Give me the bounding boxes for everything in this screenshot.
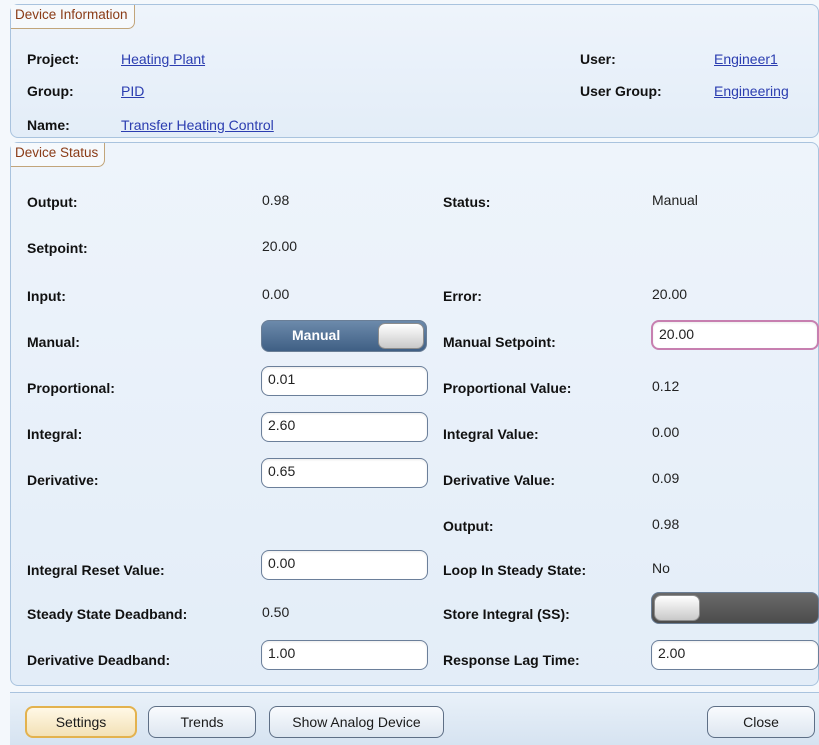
integral-value-label: Integral Value:: [443, 426, 539, 442]
setpoint-value: 20.00: [262, 238, 298, 254]
show-analog-device-button[interactable]: Show Analog Device: [269, 706, 444, 738]
response-lag-label: Response Lag Time:: [443, 652, 580, 668]
manual-label: Manual:: [27, 334, 80, 350]
integral-label: Integral:: [27, 426, 83, 442]
output-label: Output:: [27, 194, 78, 210]
integral-value-readout: 0.00: [652, 424, 680, 440]
steady-deadband-label: Steady State Deadband:: [27, 606, 188, 622]
manual-toggle-knob[interactable]: [378, 323, 424, 349]
device-status-tab[interactable]: Device Status: [11, 143, 106, 167]
loop-steady-label: Loop In Steady State:: [443, 562, 587, 578]
group-link[interactable]: PID: [121, 83, 144, 99]
user-group-label: User Group:: [580, 83, 662, 99]
project-label: Project:: [27, 51, 80, 67]
output-value: 0.98: [262, 192, 290, 208]
response-lag-input[interactable]: 2.00: [651, 640, 819, 670]
proportional-input[interactable]: 0.01: [261, 366, 428, 396]
store-integral-toggle[interactable]: [651, 592, 819, 624]
close-button[interactable]: Close: [707, 706, 815, 738]
integral-reset-input[interactable]: 0.00: [261, 550, 428, 580]
error-label: Error:: [443, 288, 482, 304]
device-dialog: { "device_info": { "tab_label": "Device …: [0, 0, 819, 745]
output2-label: Output:: [443, 518, 494, 534]
user-label: User:: [580, 51, 616, 67]
output2-value: 0.98: [652, 516, 680, 532]
derivative-label: Derivative:: [27, 472, 99, 488]
derivative-value-readout: 0.09: [652, 470, 680, 486]
input-value: 0.00: [262, 286, 290, 302]
proportional-value-readout: 0.12: [652, 378, 680, 394]
proportional-label: Proportional:: [27, 380, 115, 396]
manual-setpoint-input[interactable]: 20.00: [651, 320, 819, 350]
name-link[interactable]: Transfer Heating Control: [121, 117, 274, 133]
derivative-deadband-label: Derivative Deadband:: [27, 652, 171, 668]
loop-steady-value: No: [652, 560, 670, 576]
integral-input[interactable]: 2.60: [261, 412, 428, 442]
device-information-panel: Device Information Project: Heating Plan…: [10, 4, 819, 138]
trends-button[interactable]: Trends: [148, 706, 256, 738]
store-integral-knob[interactable]: [654, 595, 700, 621]
proportional-value-label: Proportional Value:: [443, 380, 572, 396]
user-link[interactable]: Engineer1: [714, 51, 778, 67]
status-label: Status:: [443, 194, 491, 210]
input-label: Input:: [27, 288, 66, 304]
project-link[interactable]: Heating Plant: [121, 51, 205, 67]
derivative-deadband-input[interactable]: 1.00: [261, 640, 428, 670]
steady-deadband-value: 0.50: [262, 604, 290, 620]
derivative-input[interactable]: 0.65: [261, 458, 428, 488]
user-group-link[interactable]: Engineering: [714, 83, 789, 99]
status-value: Manual: [652, 192, 698, 208]
error-value: 20.00: [652, 286, 688, 302]
setpoint-label: Setpoint:: [27, 240, 88, 256]
name-label: Name:: [27, 117, 70, 133]
manual-toggle-text: Manual: [292, 327, 341, 343]
integral-reset-label: Integral Reset Value:: [27, 562, 165, 578]
derivative-value-label: Derivative Value:: [443, 472, 556, 488]
group-label: Group:: [27, 83, 74, 99]
manual-setpoint-label: Manual Setpoint:: [443, 334, 556, 350]
device-information-tab[interactable]: Device Information: [11, 5, 135, 29]
settings-button[interactable]: Settings: [25, 706, 137, 738]
store-integral-label: Store Integral (SS):: [443, 606, 570, 622]
manual-toggle[interactable]: Manual: [261, 320, 427, 352]
